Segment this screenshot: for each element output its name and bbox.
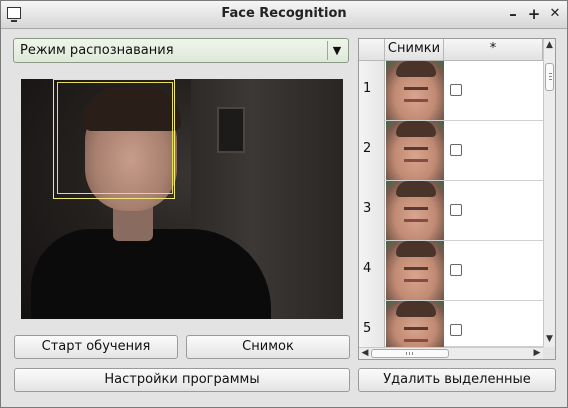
arrow-left-icon[interactable]: ◀ (359, 348, 371, 359)
close-button[interactable]: ✕ (546, 5, 564, 23)
table-row[interactable]: 5 (359, 301, 543, 347)
scroll-corner (543, 347, 555, 359)
column-header-star[interactable]: * (444, 39, 543, 61)
row-header[interactable]: 2 (359, 121, 385, 181)
horizontal-scrollbar[interactable]: ◀ ▶ (359, 347, 543, 359)
vertical-scroll-thumb[interactable] (545, 63, 554, 91)
table-row[interactable]: 3 (359, 181, 543, 241)
start-training-button[interactable]: Старт обучения (14, 335, 178, 359)
maximize-button[interactable]: + (525, 5, 543, 23)
row-header[interactable]: 3 (359, 181, 385, 241)
row-header[interactable]: 1 (359, 61, 385, 121)
row-checkbox[interactable] (450, 204, 462, 216)
arrow-down-icon[interactable]: ▼ (544, 333, 555, 345)
face-thumbnail (386, 121, 444, 180)
mode-select[interactable]: Режим распознавания ▼ (13, 38, 349, 63)
table-row[interactable]: 4 (359, 241, 543, 301)
grip-icon (406, 352, 407, 355)
window-title: Face Recognition (221, 6, 347, 21)
snapshot-button[interactable]: Снимок (186, 335, 350, 359)
face-thumbnail (386, 241, 444, 300)
settings-button[interactable]: Настройки программы (14, 368, 350, 392)
minimize-button[interactable]: – (504, 5, 522, 23)
row-checkbox[interactable] (450, 84, 462, 96)
table-row[interactable]: 1 (359, 61, 543, 121)
row-checkbox[interactable] (450, 324, 462, 336)
column-header-snapshots[interactable]: Снимки (385, 39, 444, 61)
vertical-scrollbar[interactable]: ▲ ▼ (543, 39, 555, 347)
person-body (31, 229, 271, 319)
table-row[interactable]: 2 (359, 121, 543, 181)
arrow-right-icon[interactable]: ▶ (531, 348, 543, 359)
main-window: Face Recognition – + ✕ Режим распознаван… (0, 0, 568, 408)
corner-header (359, 39, 385, 61)
face-thumbnail (386, 61, 444, 120)
face-thumbnail (386, 301, 444, 347)
row-header[interactable]: 4 (359, 241, 385, 301)
mode-select-value: Режим распознавания (20, 43, 174, 58)
arrow-up-icon[interactable]: ▲ (544, 39, 555, 51)
row-checkbox[interactable] (450, 264, 462, 276)
grip-icon (549, 73, 552, 74)
title-bar[interactable]: Face Recognition – + ✕ (1, 1, 567, 29)
face-detection-box-inner (57, 82, 173, 194)
row-checkbox[interactable] (450, 144, 462, 156)
row-header[interactable]: 5 (359, 301, 385, 347)
chevron-down-icon[interactable]: ▼ (327, 41, 346, 60)
wall-picture (217, 107, 245, 153)
face-thumbnail (386, 181, 444, 240)
delete-selected-button[interactable]: Удалить выделенные (358, 368, 556, 392)
horizontal-scroll-thumb[interactable] (371, 349, 449, 358)
snapshots-table: Снимки * 1 2 3 4 5 ▲ ▼ ◀ ▶ (358, 38, 556, 360)
camera-view (21, 79, 343, 319)
